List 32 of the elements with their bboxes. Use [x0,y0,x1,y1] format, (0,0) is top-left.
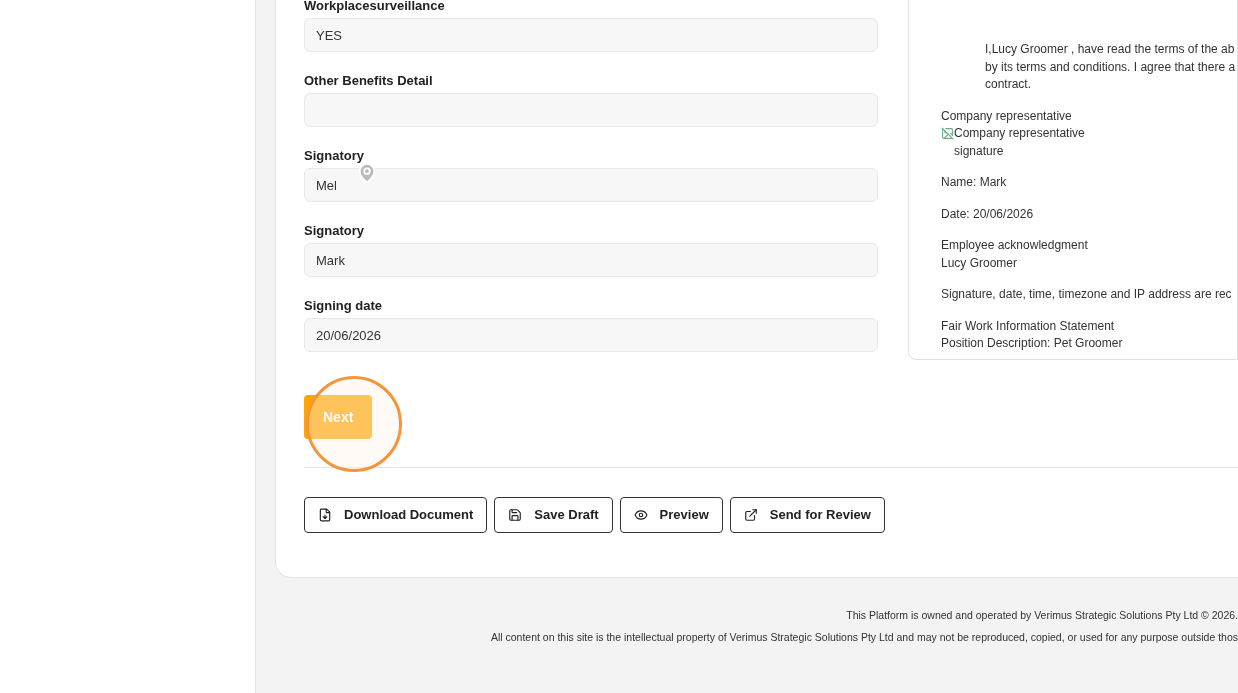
action-button[interactable]: Preview [619,497,723,533]
input-field[interactable]: Mark [304,243,878,277]
file-download-icon [318,508,332,522]
input-field[interactable]: Mel [304,168,878,202]
broken-image-icon [941,127,954,140]
field-label: Workplacesurveillance [304,0,445,14]
signer-name: Name: Mark [941,174,1008,191]
signing-date: Date: 20/06/2026 [941,205,1035,223]
footer-text: All content on this site is the intellectual property of Verimus Strategic Solutions Pty Ltd and may not be reproduced, copied, or used for any purpose outside thos [490,629,1238,645]
field-label: Signatory [304,148,364,164]
input-field[interactable]: 20/06/2026 [304,318,878,352]
signature-image-alt: Company representative signature [954,125,1086,160]
agreement-text: contract. [985,76,1033,93]
field-label: Signing date [304,298,382,314]
external-link-icon [743,508,758,522]
footer-text: This Platform is owned and operated by Verimus Strategic Solutions Pty Ltd © 2026. [846,608,1238,623]
action-button[interactable]: Save Draft [494,497,613,533]
employee-name: Lucy Groomer [941,254,1019,272]
field-label: Signatory [304,223,364,239]
attachment-title: Position Description: Pet Groomer [941,335,1124,352]
eye-icon [633,508,648,522]
action-button[interactable]: Send for Review [729,497,885,533]
record-note: Signature, date, time, timezone and IP address are rec [941,286,1233,303]
section-label: Company representative [941,107,1073,125]
action-button[interactable]: Download Document [304,497,488,533]
agreement-text: I,Lucy Groomer , have read the terms of the ab [985,41,1236,58]
map-pin-icon [356,162,378,184]
field-label: Other Benefits Detail [304,73,433,89]
section-label: Employee acknowledgment [941,237,1089,254]
input-field[interactable]: YES [304,18,878,52]
agreement-text: by its terms and conditions. I agree that there a [985,58,1237,76]
attachment-title: Fair Work Information Statement [941,317,1116,335]
